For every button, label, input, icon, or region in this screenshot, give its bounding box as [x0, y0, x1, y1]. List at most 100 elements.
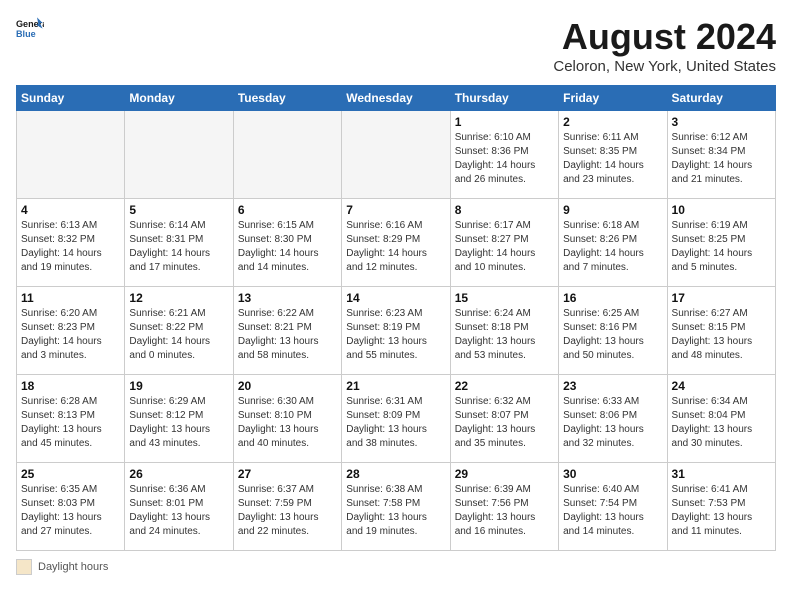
calendar-cell: 30 Sunrise: 6:40 AM Sunset: 7:54 PM Dayl…: [559, 463, 667, 551]
calendar-week-3: 11 Sunrise: 6:20 AM Sunset: 8:23 PM Dayl…: [17, 287, 776, 375]
calendar-cell: 6 Sunrise: 6:15 AM Sunset: 8:30 PM Dayli…: [233, 199, 341, 287]
cell-info: Sunrise: 6:13 AM Sunset: 8:32 PM Dayligh…: [21, 219, 120, 275]
day-number: 22: [455, 379, 554, 393]
calendar-cell: 18 Sunrise: 6:28 AM Sunset: 8:13 PM Dayl…: [17, 375, 125, 463]
calendar-cell: 28 Sunrise: 6:38 AM Sunset: 7:58 PM Dayl…: [342, 463, 450, 551]
day-number: 29: [455, 467, 554, 481]
page-header: General Blue August 2024 Celoron, New Yo…: [16, 16, 776, 75]
day-number: 21: [346, 379, 445, 393]
column-header-tuesday: Tuesday: [233, 86, 341, 111]
cell-info: Sunrise: 6:40 AM Sunset: 7:54 PM Dayligh…: [563, 483, 662, 539]
day-number: 6: [238, 203, 337, 217]
day-number: 20: [238, 379, 337, 393]
day-number: 23: [563, 379, 662, 393]
calendar-cell: 17 Sunrise: 6:27 AM Sunset: 8:15 PM Dayl…: [667, 287, 775, 375]
day-number: 28: [346, 467, 445, 481]
svg-text:Blue: Blue: [16, 29, 36, 39]
calendar-cell: 13 Sunrise: 6:22 AM Sunset: 8:21 PM Dayl…: [233, 287, 341, 375]
calendar-cell: 16 Sunrise: 6:25 AM Sunset: 8:16 PM Dayl…: [559, 287, 667, 375]
calendar-cell: 20 Sunrise: 6:30 AM Sunset: 8:10 PM Dayl…: [233, 375, 341, 463]
day-number: 10: [672, 203, 771, 217]
cell-info: Sunrise: 6:21 AM Sunset: 8:22 PM Dayligh…: [129, 307, 228, 363]
cell-info: Sunrise: 6:25 AM Sunset: 8:16 PM Dayligh…: [563, 307, 662, 363]
title-block: August 2024 Celoron, New York, United St…: [553, 16, 776, 75]
calendar-cell: 15 Sunrise: 6:24 AM Sunset: 8:18 PM Dayl…: [450, 287, 558, 375]
cell-info: Sunrise: 6:35 AM Sunset: 8:03 PM Dayligh…: [21, 483, 120, 539]
cell-info: Sunrise: 6:16 AM Sunset: 8:29 PM Dayligh…: [346, 219, 445, 275]
day-number: 27: [238, 467, 337, 481]
legend-color: [16, 559, 32, 575]
day-number: 11: [21, 291, 120, 305]
legend-label: Daylight hours: [38, 561, 108, 573]
column-header-sunday: Sunday: [17, 86, 125, 111]
calendar-cell: 29 Sunrise: 6:39 AM Sunset: 7:56 PM Dayl…: [450, 463, 558, 551]
day-number: 7: [346, 203, 445, 217]
calendar-cell: 21 Sunrise: 6:31 AM Sunset: 8:09 PM Dayl…: [342, 375, 450, 463]
cell-info: Sunrise: 6:36 AM Sunset: 8:01 PM Dayligh…: [129, 483, 228, 539]
cell-info: Sunrise: 6:34 AM Sunset: 8:04 PM Dayligh…: [672, 395, 771, 451]
column-header-monday: Monday: [125, 86, 233, 111]
day-number: 3: [672, 115, 771, 129]
calendar-cell: 24 Sunrise: 6:34 AM Sunset: 8:04 PM Dayl…: [667, 375, 775, 463]
day-number: 5: [129, 203, 228, 217]
cell-info: Sunrise: 6:24 AM Sunset: 8:18 PM Dayligh…: [455, 307, 554, 363]
calendar-body: 1 Sunrise: 6:10 AM Sunset: 8:36 PM Dayli…: [17, 111, 776, 551]
column-header-thursday: Thursday: [450, 86, 558, 111]
location: Celoron, New York, United States: [553, 58, 776, 75]
cell-info: Sunrise: 6:23 AM Sunset: 8:19 PM Dayligh…: [346, 307, 445, 363]
calendar-cell: 14 Sunrise: 6:23 AM Sunset: 8:19 PM Dayl…: [342, 287, 450, 375]
legend: Daylight hours: [16, 559, 776, 575]
day-number: 17: [672, 291, 771, 305]
cell-info: Sunrise: 6:32 AM Sunset: 8:07 PM Dayligh…: [455, 395, 554, 451]
calendar-cell: 11 Sunrise: 6:20 AM Sunset: 8:23 PM Dayl…: [17, 287, 125, 375]
calendar-cell: 22 Sunrise: 6:32 AM Sunset: 8:07 PM Dayl…: [450, 375, 558, 463]
calendar-cell: 12 Sunrise: 6:21 AM Sunset: 8:22 PM Dayl…: [125, 287, 233, 375]
calendar-header-row: SundayMondayTuesdayWednesdayThursdayFrid…: [17, 86, 776, 111]
day-number: 31: [672, 467, 771, 481]
day-number: 30: [563, 467, 662, 481]
calendar-table: SundayMondayTuesdayWednesdayThursdayFrid…: [16, 85, 776, 551]
calendar-cell: 10 Sunrise: 6:19 AM Sunset: 8:25 PM Dayl…: [667, 199, 775, 287]
calendar-cell: 8 Sunrise: 6:17 AM Sunset: 8:27 PM Dayli…: [450, 199, 558, 287]
calendar-cell: 23 Sunrise: 6:33 AM Sunset: 8:06 PM Dayl…: [559, 375, 667, 463]
calendar-cell: 9 Sunrise: 6:18 AM Sunset: 8:26 PM Dayli…: [559, 199, 667, 287]
calendar-cell: [125, 111, 233, 199]
calendar-cell: 4 Sunrise: 6:13 AM Sunset: 8:32 PM Dayli…: [17, 199, 125, 287]
cell-info: Sunrise: 6:11 AM Sunset: 8:35 PM Dayligh…: [563, 131, 662, 187]
calendar-cell: 26 Sunrise: 6:36 AM Sunset: 8:01 PM Dayl…: [125, 463, 233, 551]
cell-info: Sunrise: 6:20 AM Sunset: 8:23 PM Dayligh…: [21, 307, 120, 363]
day-number: 19: [129, 379, 228, 393]
cell-info: Sunrise: 6:19 AM Sunset: 8:25 PM Dayligh…: [672, 219, 771, 275]
calendar-cell: 27 Sunrise: 6:37 AM Sunset: 7:59 PM Dayl…: [233, 463, 341, 551]
calendar-cell: [342, 111, 450, 199]
calendar-cell: 5 Sunrise: 6:14 AM Sunset: 8:31 PM Dayli…: [125, 199, 233, 287]
cell-info: Sunrise: 6:17 AM Sunset: 8:27 PM Dayligh…: [455, 219, 554, 275]
calendar-cell: 3 Sunrise: 6:12 AM Sunset: 8:34 PM Dayli…: [667, 111, 775, 199]
logo: General Blue: [16, 16, 44, 49]
calendar-week-4: 18 Sunrise: 6:28 AM Sunset: 8:13 PM Dayl…: [17, 375, 776, 463]
cell-info: Sunrise: 6:12 AM Sunset: 8:34 PM Dayligh…: [672, 131, 771, 187]
day-number: 8: [455, 203, 554, 217]
cell-info: Sunrise: 6:10 AM Sunset: 8:36 PM Dayligh…: [455, 131, 554, 187]
calendar-week-1: 1 Sunrise: 6:10 AM Sunset: 8:36 PM Dayli…: [17, 111, 776, 199]
calendar-cell: 25 Sunrise: 6:35 AM Sunset: 8:03 PM Dayl…: [17, 463, 125, 551]
cell-info: Sunrise: 6:29 AM Sunset: 8:12 PM Dayligh…: [129, 395, 228, 451]
day-number: 14: [346, 291, 445, 305]
calendar-week-2: 4 Sunrise: 6:13 AM Sunset: 8:32 PM Dayli…: [17, 199, 776, 287]
column-header-wednesday: Wednesday: [342, 86, 450, 111]
calendar-cell: 19 Sunrise: 6:29 AM Sunset: 8:12 PM Dayl…: [125, 375, 233, 463]
day-number: 24: [672, 379, 771, 393]
cell-info: Sunrise: 6:22 AM Sunset: 8:21 PM Dayligh…: [238, 307, 337, 363]
logo-text: General Blue: [16, 16, 44, 49]
cell-info: Sunrise: 6:28 AM Sunset: 8:13 PM Dayligh…: [21, 395, 120, 451]
column-header-friday: Friday: [559, 86, 667, 111]
cell-info: Sunrise: 6:39 AM Sunset: 7:56 PM Dayligh…: [455, 483, 554, 539]
cell-info: Sunrise: 6:41 AM Sunset: 7:53 PM Dayligh…: [672, 483, 771, 539]
cell-info: Sunrise: 6:30 AM Sunset: 8:10 PM Dayligh…: [238, 395, 337, 451]
day-number: 16: [563, 291, 662, 305]
day-number: 25: [21, 467, 120, 481]
cell-info: Sunrise: 6:27 AM Sunset: 8:15 PM Dayligh…: [672, 307, 771, 363]
cell-info: Sunrise: 6:37 AM Sunset: 7:59 PM Dayligh…: [238, 483, 337, 539]
cell-info: Sunrise: 6:15 AM Sunset: 8:30 PM Dayligh…: [238, 219, 337, 275]
calendar-cell: [17, 111, 125, 199]
